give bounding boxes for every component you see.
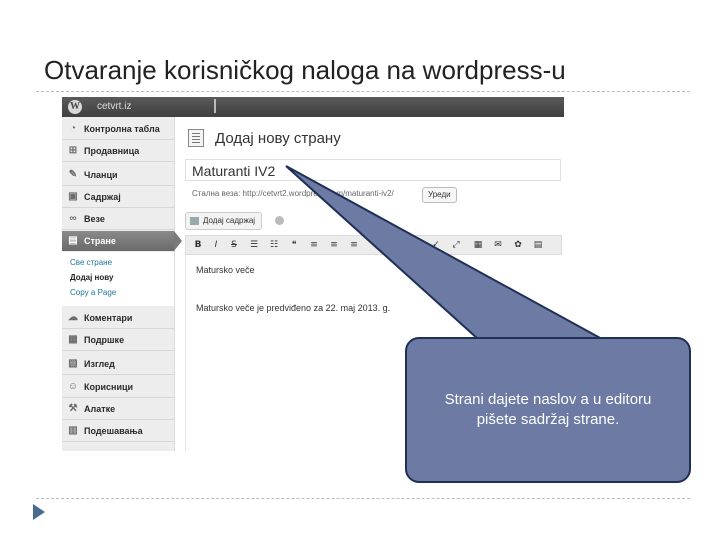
numbered-list-icon[interactable]: ☷	[268, 239, 280, 251]
appearance-icon: ▧	[68, 358, 78, 369]
unlink-icon[interactable]: ⛓	[388, 239, 400, 251]
link-icon: ∞	[69, 213, 77, 224]
sidebar-item-posts[interactable]: ✎ Чланци	[62, 165, 174, 186]
align-right-icon[interactable]: ≡	[348, 239, 360, 251]
pin-icon: ✎	[68, 169, 78, 180]
callout-line-1: Strani dajete naslov a u editoru	[444, 391, 652, 408]
align-center-icon[interactable]: ≡	[328, 239, 340, 251]
sidebar-item-label: Садржај	[84, 192, 121, 202]
sidebar-item-support[interactable]: ▦ Подршке	[62, 330, 174, 351]
edit-permalink-button[interactable]: Уреди	[422, 187, 457, 203]
bottom-divider	[36, 498, 690, 499]
sidebar-item-label: Алатке	[84, 404, 116, 414]
admin-sidebar: ◔ Контролна табла ⊞ Продавница ✎ Чланци ▣ Са…	[62, 117, 182, 451]
sidebar-item-tools[interactable]: ⚒ Алатке	[62, 399, 174, 420]
sidebar-item-label: Продавница	[84, 146, 140, 156]
settings-icon: ▥	[68, 425, 78, 436]
add-media-button[interactable]: Додај садржај	[185, 212, 263, 230]
users-icon: ☺	[67, 381, 79, 392]
link-icon[interactable]: ⚭	[368, 239, 380, 251]
sidebar-item-label: Изглед	[84, 359, 115, 369]
add-media-label: Додај садржај	[203, 216, 256, 225]
title-field[interactable]: Maturanti IV2	[185, 159, 561, 181]
sidebar-item-label: Корисници	[84, 382, 134, 392]
blockquote-icon[interactable]: ❝	[288, 239, 300, 251]
sidebar-item-label: Подешавања	[84, 426, 143, 436]
permalink-text: Стална веза: http://cetvrt2.wordpress.co…	[192, 189, 394, 198]
wordpress-logo-icon[interactable]: W	[68, 100, 82, 114]
slide-title: Otvaranje korisničkog naloga na wordpres…	[44, 55, 566, 85]
sidebar-item-comments[interactable]: ☁ Коментари	[62, 308, 174, 329]
next-arrow-icon	[33, 504, 45, 520]
callout-line-2: pišete sadržaj strane.	[476, 411, 620, 428]
more-tag-icon[interactable]: ▭	[408, 239, 420, 251]
bullet-list-icon[interactable]: ☰	[248, 239, 260, 251]
pages-submenu: Све стране Додај нову Copy a Page	[62, 252, 174, 306]
editor-toolbar: B I S ☰ ☷ ❝ ≡ ≡ ≡ ⚭ ⛓ ▭ ✓ ⤢ ▦ ✉ ✿ ▤	[185, 235, 562, 255]
sidebar-item-label: Чланци	[84, 170, 118, 180]
submenu-add-new[interactable]: Додај нову	[70, 273, 113, 282]
sidebar-item-label: Везе	[84, 214, 105, 224]
submenu-copy-page[interactable]: Copy a Page	[70, 288, 116, 297]
sidebar-item-pages[interactable]: ▤ Стране	[62, 231, 182, 251]
align-left-icon[interactable]: ≡	[308, 239, 320, 251]
poll-icon[interactable]: ✿	[512, 239, 524, 251]
editor-line: Matursko veče je predviđeno za 22. maj 2…	[196, 303, 391, 313]
sidebar-item-media[interactable]: ▣ Садржај	[62, 187, 174, 208]
sidebar-item-store[interactable]: ⊞ Продавница	[62, 141, 174, 162]
sidebar-item-dashboard[interactable]: ◔ Контролна табла	[62, 119, 174, 140]
page-heading: Додај нову страну	[215, 130, 341, 147]
callout-text: Strani dajete naslov a u editoru pišete …	[405, 390, 691, 430]
tools-icon: ⚒	[68, 403, 78, 414]
sidebar-item-label: Коментари	[84, 313, 133, 323]
insert-icon[interactable]: ✉	[492, 239, 504, 251]
bold-icon[interactable]: B	[192, 239, 204, 251]
site-name[interactable]: cetvrt.iz	[97, 101, 131, 112]
cart-icon: ⊞	[68, 145, 78, 156]
admin-bar: W cetvrt.iz	[62, 97, 564, 117]
fullscreen-icon[interactable]: ⤢	[450, 239, 462, 251]
top-divider	[36, 91, 690, 92]
editor-line: Matursko veče	[196, 265, 255, 275]
sidebar-item-appearance[interactable]: ▧ Изглед	[62, 354, 174, 375]
strikethrough-icon[interactable]: S	[228, 239, 240, 251]
comment-icon: ☁	[68, 312, 78, 323]
submenu-all-pages[interactable]: Све стране	[70, 258, 112, 267]
page-icon	[188, 129, 204, 147]
extra-media-icon[interactable]	[275, 216, 284, 225]
admin-bar-separator	[214, 99, 216, 113]
sidebar-item-label: Контролна табла	[84, 124, 160, 134]
italic-icon[interactable]: I	[210, 239, 222, 251]
sidebar-item-links[interactable]: ∞ Везе	[62, 209, 174, 230]
support-icon: ▦	[68, 334, 78, 345]
media-upload-icon	[190, 217, 199, 225]
grid-icon[interactable]: ▤	[532, 239, 544, 251]
sidebar-item-users[interactable]: ☺ Корисници	[62, 377, 174, 398]
sidebar-item-settings[interactable]: ▥ Подешавања	[62, 421, 174, 442]
sidebar-item-label: Подршке	[84, 335, 125, 345]
spellcheck-icon[interactable]: ✓	[430, 239, 442, 251]
dashboard-icon: ◔	[69, 123, 77, 134]
pages-icon: ▤	[68, 235, 78, 246]
kitchen-sink-icon[interactable]: ▦	[472, 239, 484, 251]
media-icon: ▣	[68, 191, 78, 202]
sidebar-item-label: Стране	[84, 236, 116, 246]
